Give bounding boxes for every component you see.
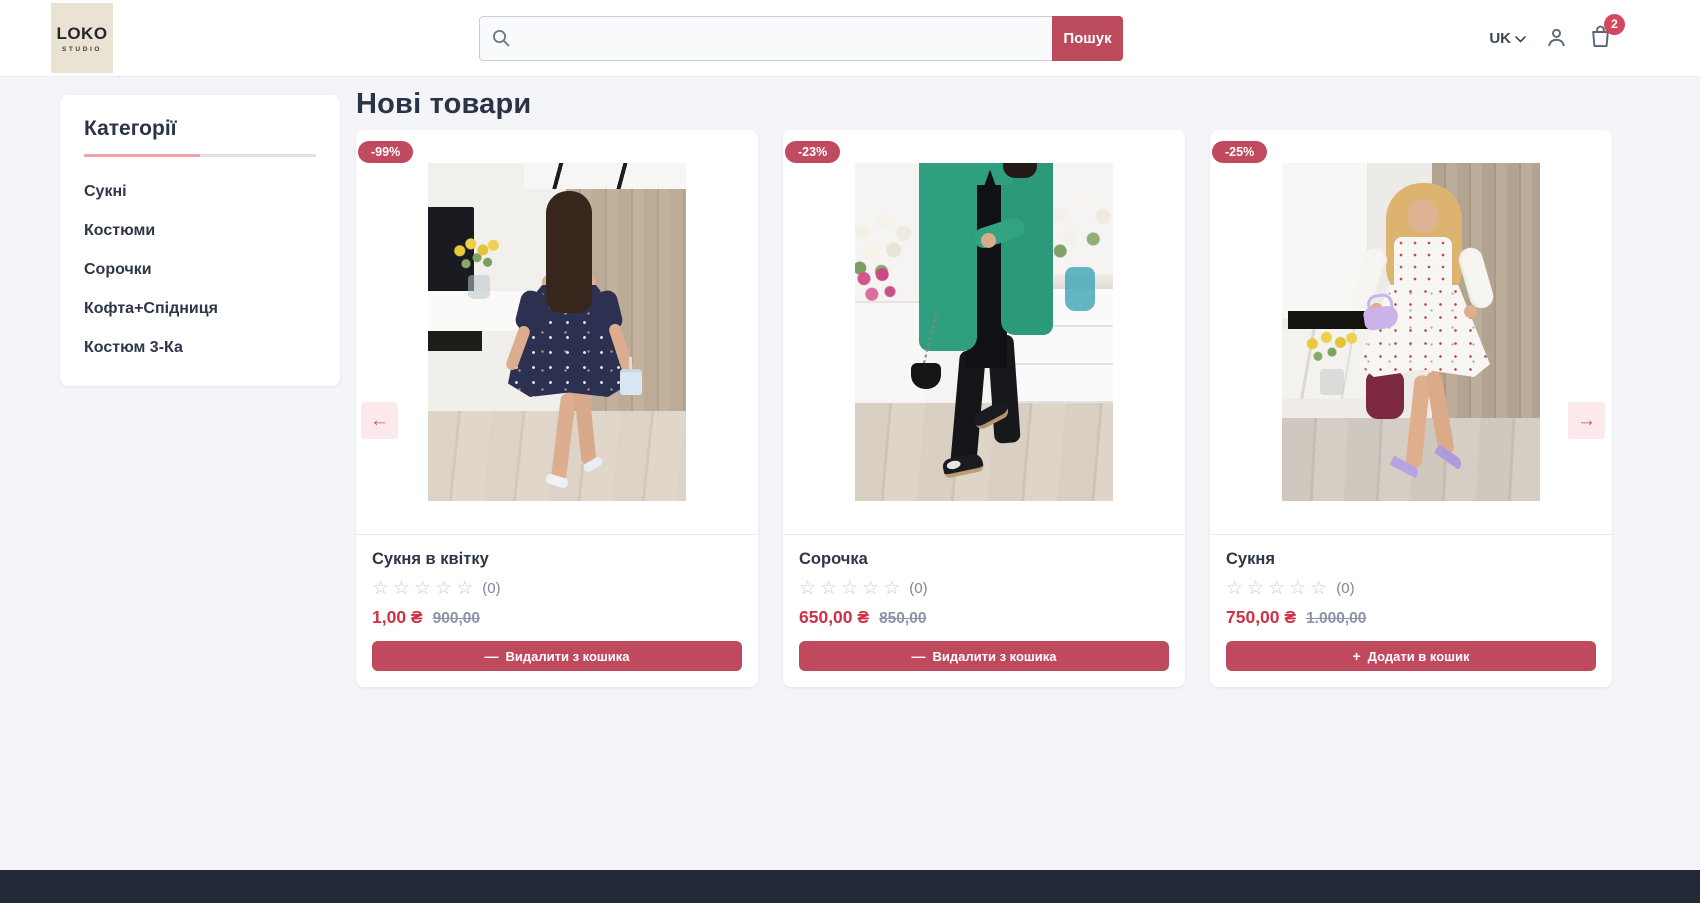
account-button[interactable]: [1544, 25, 1569, 53]
minus-icon: —: [485, 649, 499, 663]
product-name[interactable]: Сукня в квітку: [372, 550, 742, 569]
product-media: [1210, 130, 1612, 535]
star-icon: ☆: [456, 579, 473, 598]
product-image[interactable]: [1282, 163, 1540, 501]
remove-from-cart-button[interactable]: — Видалити з кошика: [799, 641, 1169, 671]
logo-subtext: STUDIO: [62, 46, 102, 53]
search-bar: Пошук: [479, 16, 1123, 61]
minus-icon: —: [912, 649, 926, 663]
logo-text: LOKO: [56, 24, 107, 44]
sidebar-item-suit-3[interactable]: Костюм 3-Ка: [84, 339, 316, 357]
button-label: Додати в кошик: [1368, 649, 1470, 664]
star-icon: ☆: [862, 579, 879, 598]
shopping-bag-icon: [1587, 37, 1614, 54]
product-rating: ☆☆☆☆☆ (0): [372, 579, 742, 598]
product-card: -23% Сорочка ☆☆☆☆☆ (0): [783, 130, 1185, 687]
page-title: Нові товари: [356, 88, 1612, 121]
main-content: Нові товари ← → -99% Сукня в кв: [356, 88, 1612, 687]
arrow-right-icon: →: [1577, 410, 1596, 432]
product-image[interactable]: [428, 163, 686, 501]
product-rating: ☆☆☆☆☆ (0): [1226, 579, 1596, 598]
sidebar-item-suits[interactable]: Костюми: [84, 222, 316, 240]
sidebar-item-shirts[interactable]: Сорочки: [84, 261, 316, 279]
rating-count: (0): [909, 580, 927, 597]
remove-from-cart-button[interactable]: — Видалити з кошика: [372, 641, 742, 671]
star-icon: ☆: [414, 579, 431, 598]
star-icon: ☆: [841, 579, 858, 598]
discount-badge: -99%: [358, 141, 413, 163]
star-icon: ☆: [1268, 579, 1285, 598]
star-icon: ☆: [1226, 579, 1243, 598]
search-button[interactable]: Пошук: [1052, 16, 1123, 61]
product-image[interactable]: [855, 163, 1113, 501]
discount-badge: -25%: [1212, 141, 1267, 163]
product-rating: ☆☆☆☆☆ (0): [799, 579, 1169, 598]
cart-button[interactable]: 2: [1587, 23, 1614, 55]
product-card: -25% Сукня ☆☆☆☆☆ (0): [1210, 130, 1612, 687]
star-icon: ☆: [1289, 579, 1306, 598]
header: LOKO STUDIO Пошук UK 2: [0, 0, 1700, 77]
star-icon: ☆: [1310, 579, 1327, 598]
discount-badge: -23%: [785, 141, 840, 163]
old-price: 1.000,00: [1306, 610, 1366, 628]
footer: [0, 870, 1700, 903]
rating-count: (0): [482, 580, 500, 597]
categories-sidebar: Категорії Сукні Костюми Сорочки Кофта+Сп…: [60, 95, 340, 386]
star-icon: ☆: [820, 579, 837, 598]
product-media: [356, 130, 758, 535]
old-price: 850,00: [879, 610, 926, 628]
star-icon: ☆: [435, 579, 452, 598]
sidebar-title: Категорії: [84, 117, 316, 141]
language-selector[interactable]: UK: [1489, 30, 1526, 47]
user-icon: [1544, 25, 1569, 53]
add-to-cart-button[interactable]: + Додати в кошик: [1226, 641, 1596, 671]
sidebar-item-dresses[interactable]: Сукні: [84, 183, 316, 201]
star-icon: ☆: [883, 579, 900, 598]
product-card: -99% Сукня в квітку ☆☆☆☆☆ (0: [356, 130, 758, 687]
language-label: UK: [1489, 30, 1511, 47]
product-media: [783, 130, 1185, 535]
star-icon: ☆: [1247, 579, 1264, 598]
rating-count: (0): [1336, 580, 1354, 597]
star-icon: ☆: [372, 579, 389, 598]
sidebar-title-underline: [84, 154, 316, 157]
product-name[interactable]: Сорочка: [799, 550, 1169, 569]
search-input[interactable]: [479, 16, 1052, 61]
current-price: 750,00 ₴: [1226, 607, 1296, 628]
button-label: Видалити з кошика: [506, 649, 630, 664]
new-products-carousel: ← → -99% Сукня в квітку: [356, 130, 1612, 687]
star-icon: ☆: [393, 579, 410, 598]
logo[interactable]: LOKO STUDIO: [51, 3, 113, 73]
old-price: 900,00: [433, 610, 480, 628]
carousel-prev-button[interactable]: ←: [361, 402, 398, 439]
cart-count-badge: 2: [1604, 14, 1625, 35]
chevron-down-icon: [1515, 30, 1526, 47]
current-price: 650,00 ₴: [799, 607, 869, 628]
button-label: Видалити з кошика: [933, 649, 1057, 664]
star-icon: ☆: [799, 579, 816, 598]
arrow-left-icon: ←: [370, 410, 389, 432]
sidebar-item-top-skirt[interactable]: Кофта+Спідниця: [84, 300, 316, 318]
carousel-next-button[interactable]: →: [1568, 402, 1605, 439]
product-name[interactable]: Сукня: [1226, 550, 1596, 569]
current-price: 1,00 ₴: [372, 607, 423, 628]
plus-icon: +: [1352, 649, 1360, 663]
